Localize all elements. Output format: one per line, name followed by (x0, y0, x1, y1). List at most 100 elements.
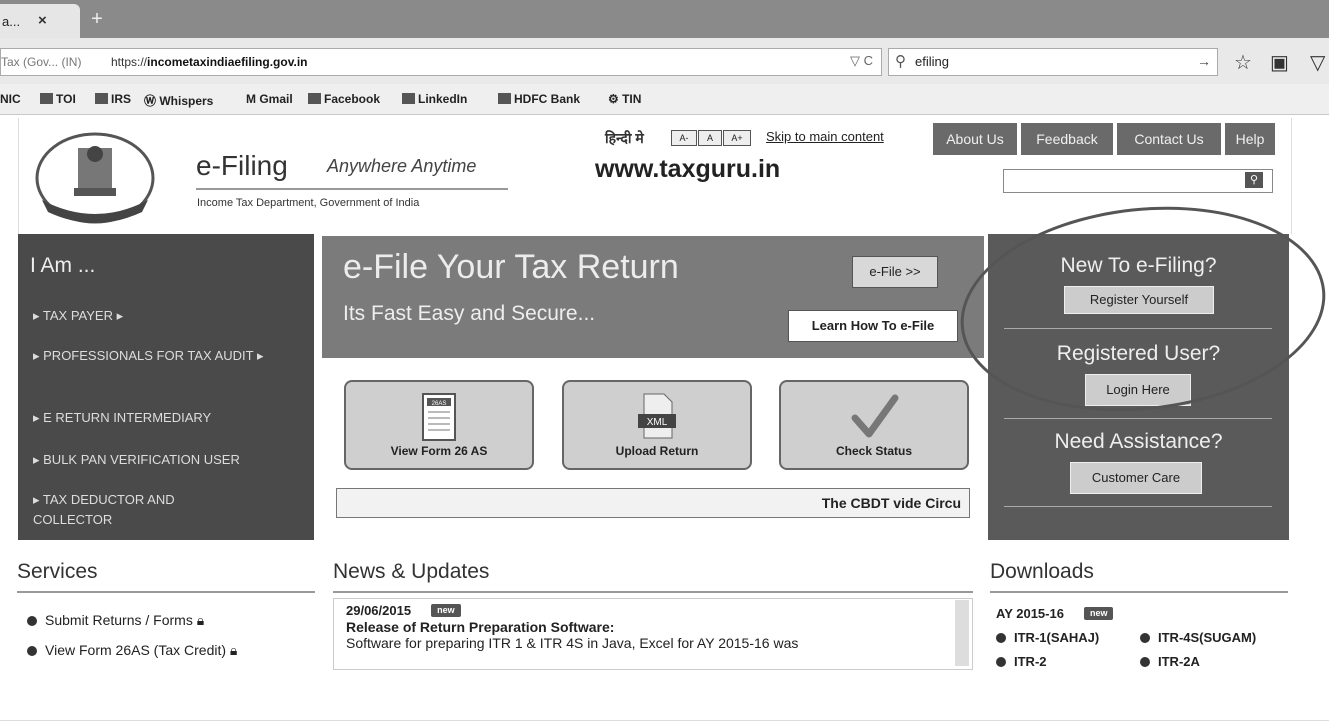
bookmark-irs[interactable]: IRS (95, 92, 131, 106)
site-identity: Tax (Gov... (IN) (1, 55, 82, 69)
iam-item-professionals[interactable]: ▸ PROFESSIONALS FOR TAX AUDIT ▸ (33, 346, 273, 366)
iam-item-tax-payer[interactable]: ▸ TAX PAYER ▸ (33, 306, 303, 326)
bookmarks-bar: NIC TOI IRS Ⓦ Whispers M Gmail Facebook … (0, 84, 1329, 115)
banner-title: e-File Your Tax Return (343, 248, 679, 286)
bullet-icon (1140, 657, 1150, 667)
lock-icon: 🔒︎ (196, 612, 205, 628)
ticker-text[interactable]: The CBDT vide Circu (822, 495, 961, 511)
checkmark-icon (851, 394, 899, 438)
hdfc-icon (498, 93, 511, 104)
bullet-icon (996, 633, 1006, 643)
bullet-icon (996, 657, 1006, 667)
browser-tab-bar (0, 0, 1329, 38)
news-divider (333, 591, 973, 593)
lock-icon: 🔒︎ (229, 642, 238, 658)
download-itr4s[interactable]: ITR-4S(SUGAM) (1140, 630, 1256, 645)
bookmark-nic[interactable]: NIC (0, 92, 21, 106)
panel-divider (1004, 506, 1272, 507)
bullet-icon (27, 646, 37, 656)
toi-icon (40, 93, 53, 104)
new-tab-button[interactable]: + (84, 6, 110, 32)
title-divider (196, 188, 508, 190)
nav-contact-us[interactable]: Contact Us (1116, 122, 1222, 156)
iam-item-bulk-pan[interactable]: ▸ BULK PAN VERIFICATION USER (33, 450, 313, 470)
news-list: 29/06/2015 new Release of Return Preparat… (333, 598, 973, 670)
watermark-text: www.taxguru.in (595, 155, 781, 183)
panel-divider (1004, 418, 1272, 419)
services-divider (17, 591, 315, 593)
site-search-icon[interactable]: ⚲ (1245, 172, 1263, 188)
need-assistance-heading: Need Assistance? (1054, 430, 1223, 453)
bullet-icon (1140, 633, 1150, 643)
news-date: 29/06/2015 (346, 603, 412, 618)
clipboard-icon[interactable]: ▣ (1270, 50, 1289, 75)
bookmark-whispers[interactable]: Ⓦ Whispers (144, 92, 213, 109)
bookmark-facebook[interactable]: Facebook (308, 92, 380, 106)
new-badge: new (431, 604, 461, 617)
iam-item-tax-deductor[interactable]: ▸ TAX DEDUCTOR AND COLLECTOR (33, 490, 233, 530)
efile-button[interactable]: e-File >> (852, 256, 938, 288)
news-scrollbar[interactable] (955, 600, 969, 666)
news-heading: News & Updates (333, 560, 490, 583)
check-status-tile[interactable]: Check Status (779, 380, 969, 470)
facebook-icon (308, 93, 321, 104)
nav-about-us[interactable]: About Us (932, 122, 1018, 156)
font-normal-button[interactable]: A (698, 130, 722, 146)
iam-item-e-return-intermediary[interactable]: ▸ E RETURN INTERMEDIARY (33, 408, 303, 428)
income-tax-emblem-icon (35, 132, 155, 224)
bookmark-toi[interactable]: TOI (40, 92, 76, 106)
upload-return-tile[interactable]: XML Upload Return (562, 380, 752, 470)
download-year: AY 2015-16 new (996, 606, 1114, 621)
customer-care-button[interactable]: Customer Care (1070, 462, 1202, 494)
site-title: e-Filing (196, 150, 288, 181)
address-bar[interactable]: Tax (Gov... (IN) https://incometaxindiae… (0, 48, 882, 76)
tile-label: Upload Return (615, 444, 699, 458)
tile-label: View Form 26 AS (390, 444, 488, 458)
new-badge: new (1083, 607, 1114, 620)
search-query: efiling (915, 54, 949, 69)
download-itr2[interactable]: ITR-2 (996, 654, 1047, 669)
news-item[interactable]: 29/06/2015 new Release of Return Preparat… (346, 603, 798, 651)
site-subtitle: Income Tax Department, Government of Ind… (197, 197, 420, 209)
pocket-icon[interactable]: ▽ (1310, 50, 1325, 75)
skip-to-content-link[interactable]: Skip to main content (766, 129, 884, 144)
learn-how-button[interactable]: Learn How To e-File (788, 310, 958, 342)
gmail-icon: M (246, 92, 260, 106)
bookmark-hdfc[interactable]: HDFC Bank (498, 92, 580, 106)
reload-icon[interactable]: ▽ C (850, 53, 873, 69)
nav-feedback[interactable]: Feedback (1020, 122, 1114, 156)
service-view-26as[interactable]: View Form 26AS (Tax Credit) 🔒︎ (27, 642, 237, 659)
search-icon: ⚲ (895, 53, 906, 70)
font-decrease-button[interactable]: A- (671, 130, 697, 146)
whispers-icon: Ⓦ (144, 94, 160, 108)
banner-subtitle: Its Fast Easy and Secure... (343, 302, 596, 325)
svg-text:26AS: 26AS (432, 401, 447, 407)
nav-help[interactable]: Help (1224, 122, 1276, 156)
view-form-26as-tile[interactable]: 26AS View Form 26 AS (344, 380, 534, 470)
service-submit-returns[interactable]: Submit Returns / Forms 🔒︎ (27, 612, 204, 629)
svg-text:XML: XML (647, 417, 668, 428)
download-itr1[interactable]: ITR-1(SAHAJ) (996, 630, 1099, 645)
font-increase-button[interactable]: A+ (723, 130, 751, 146)
page-bottom-divider (0, 720, 1329, 721)
bookmark-gmail[interactable]: M Gmail (246, 92, 293, 106)
news-ticker: The CBDT vide Circu (336, 488, 970, 518)
download-itr2a[interactable]: ITR-2A (1140, 654, 1200, 669)
xml-upload-icon: XML (638, 393, 676, 439)
browser-search-input[interactable]: ⚲ efiling → (888, 48, 1218, 76)
browser-tab[interactable]: a... × (0, 4, 80, 38)
site-search-input[interactable] (1003, 169, 1273, 193)
search-go-icon[interactable]: → (1197, 53, 1211, 69)
i-am-heading: I Am ... (30, 254, 96, 277)
url-text: https://incometaxindiaefiling.gov.in (111, 55, 308, 69)
bookmark-tin[interactable]: ⚙ TIN (608, 92, 641, 106)
hindi-link[interactable]: हिन्दी मे (605, 129, 644, 148)
linkedin-icon (402, 93, 415, 104)
close-tab-icon[interactable]: × (38, 12, 47, 29)
bookmark-star-icon[interactable]: ☆ (1234, 50, 1252, 75)
tile-label: Check Status (835, 444, 913, 458)
bookmark-linkedin[interactable]: LinkedIn (402, 92, 467, 106)
services-heading: Services (17, 560, 98, 583)
tab-title: a... (2, 14, 21, 29)
bullet-icon (27, 616, 37, 626)
